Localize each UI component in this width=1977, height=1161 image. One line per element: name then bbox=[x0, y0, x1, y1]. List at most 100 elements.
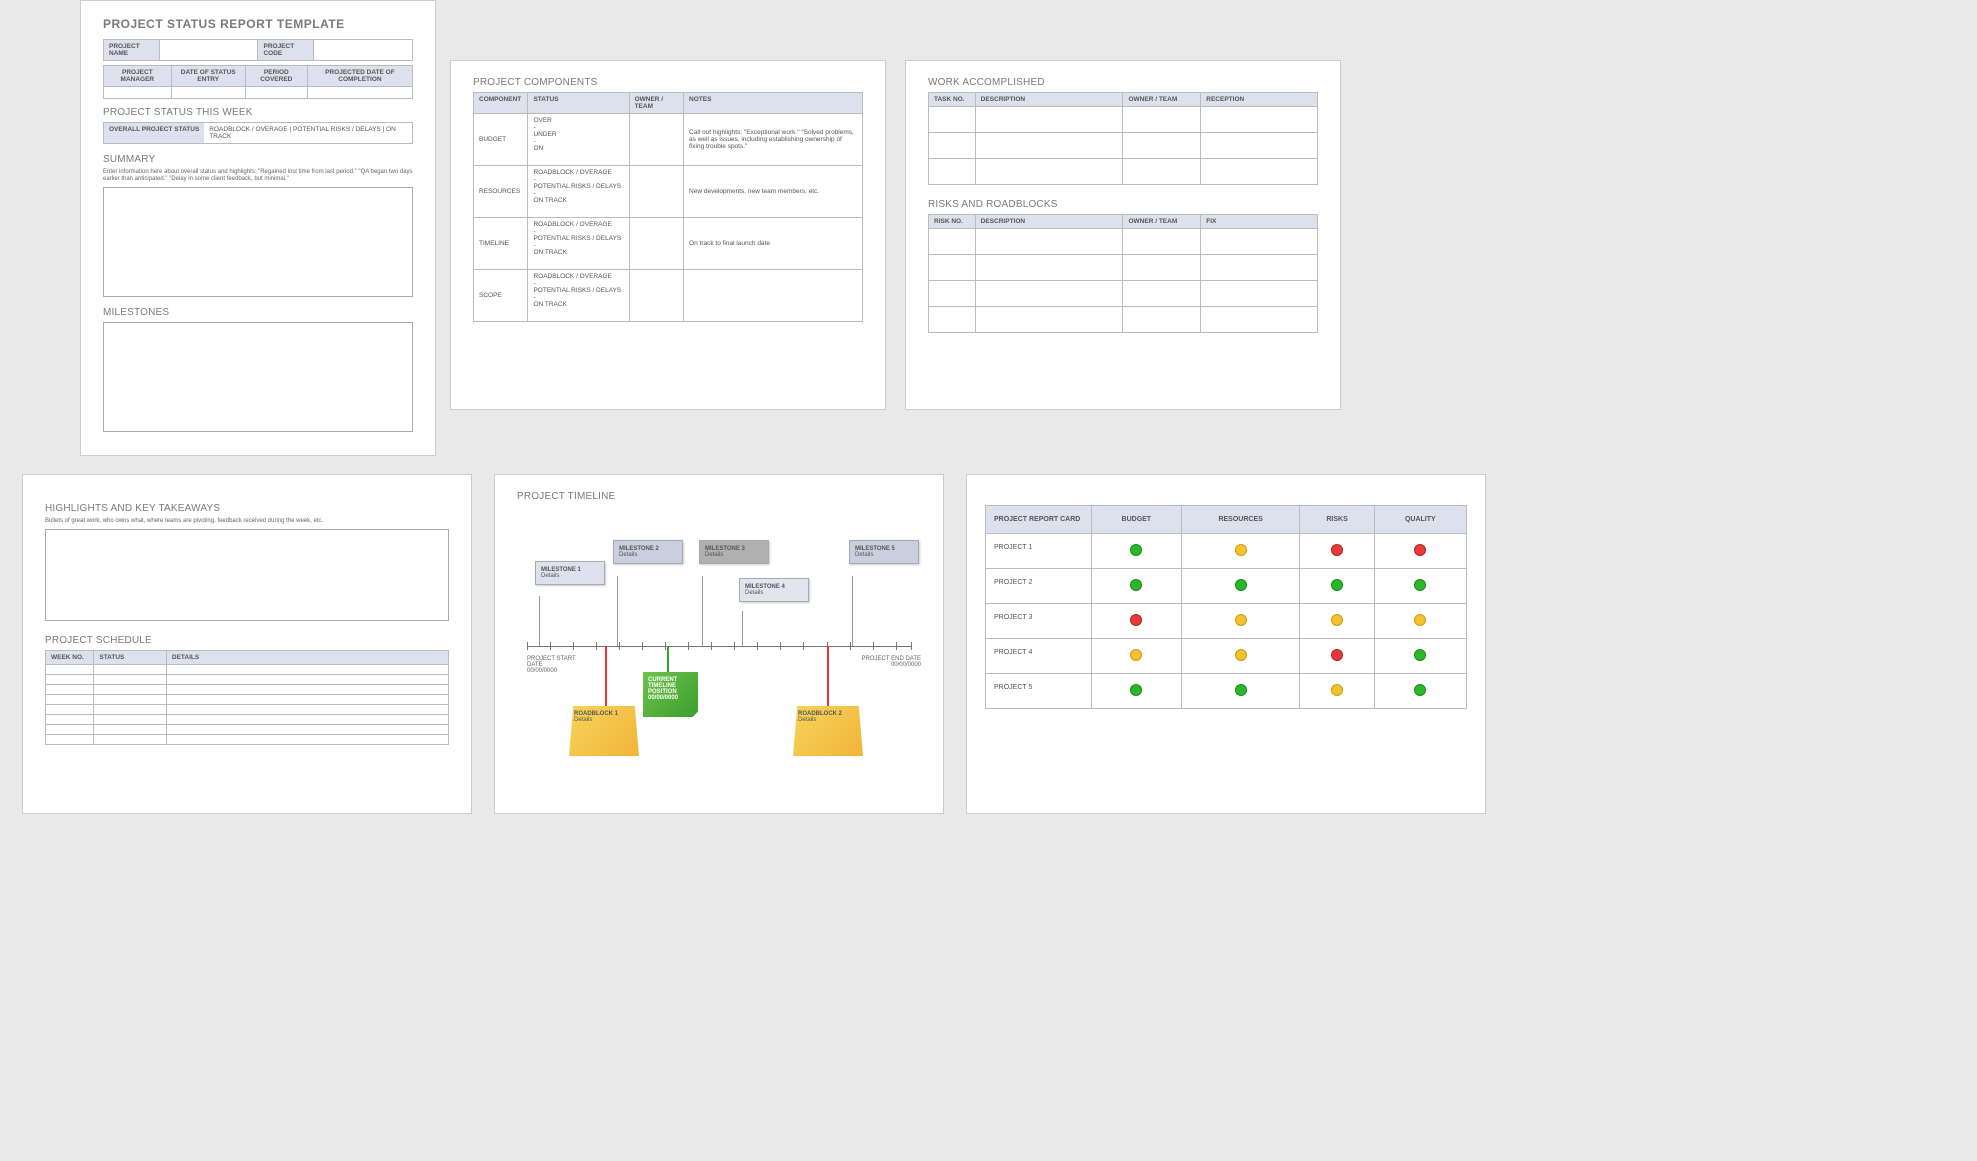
sch-r1-c0[interactable] bbox=[46, 675, 94, 685]
highlights-heading: HIGHLIGHTS AND KEY TAKEAWAYS bbox=[45, 503, 449, 514]
work-r0-c1[interactable] bbox=[975, 107, 1123, 133]
sch-r5-c1[interactable] bbox=[94, 715, 167, 725]
label-period: PERIOD COVERED bbox=[245, 66, 307, 87]
field-completion[interactable] bbox=[307, 87, 412, 99]
timeline-start-cap: PROJECT START DATE00/00/0000 bbox=[527, 656, 587, 674]
sch-r6-c2[interactable] bbox=[166, 725, 448, 735]
status-dot-r bbox=[1331, 544, 1343, 556]
milestones-textarea[interactable] bbox=[103, 322, 413, 432]
risks-r0-c0[interactable] bbox=[929, 229, 976, 255]
sch-r3-c2[interactable] bbox=[166, 695, 448, 705]
schedule-h0: WEEK NO. bbox=[46, 651, 94, 665]
summary-textarea[interactable] bbox=[103, 187, 413, 297]
work-r1-c2[interactable] bbox=[1123, 133, 1201, 159]
risks-h2: OWNER / TEAM bbox=[1123, 215, 1201, 229]
rc-row-2-c1 bbox=[1181, 604, 1300, 639]
sch-r1-c2[interactable] bbox=[166, 675, 448, 685]
comp-r3-notes bbox=[684, 270, 863, 322]
page-1: PROJECT STATUS REPORT TEMPLATE PROJECT N… bbox=[80, 0, 436, 456]
timeline-axis bbox=[527, 646, 911, 647]
sch-r4-c1[interactable] bbox=[94, 705, 167, 715]
milestone-3: MILESTONE 3Details bbox=[699, 540, 769, 564]
sch-r0-c1[interactable] bbox=[94, 665, 167, 675]
risks-r3-c2[interactable] bbox=[1123, 307, 1201, 333]
status-dot-g bbox=[1414, 579, 1426, 591]
field-period[interactable] bbox=[245, 87, 307, 99]
rc-row-0-c1 bbox=[1181, 534, 1300, 569]
work-r2-c0[interactable] bbox=[929, 159, 976, 185]
sch-r4-c2[interactable] bbox=[166, 705, 448, 715]
rc-row-4-c3 bbox=[1374, 674, 1466, 709]
risks-r0-c3[interactable] bbox=[1201, 229, 1318, 255]
risks-r2-c2[interactable] bbox=[1123, 281, 1201, 307]
comp-r1-name: RESOURCES bbox=[474, 166, 528, 218]
rc-h0: PROJECT REPORT CARD bbox=[986, 506, 1092, 534]
work-r0-c2[interactable] bbox=[1123, 107, 1201, 133]
rc-h2: RESOURCES bbox=[1181, 506, 1300, 534]
risks-r3-c0[interactable] bbox=[929, 307, 976, 333]
work-r2-c2[interactable] bbox=[1123, 159, 1201, 185]
work-r0-c0[interactable] bbox=[929, 107, 976, 133]
work-r1-c0[interactable] bbox=[929, 133, 976, 159]
rc-row-1-c3 bbox=[1374, 569, 1466, 604]
sch-r7-c0[interactable] bbox=[46, 735, 94, 745]
work-h3: RECEPTION bbox=[1201, 93, 1318, 107]
risks-r2-c3[interactable] bbox=[1201, 281, 1318, 307]
comp-r0-notes: Call out highlights: "Exceptional work."… bbox=[684, 114, 863, 166]
sch-r5-c2[interactable] bbox=[166, 715, 448, 725]
sch-r0-c0[interactable] bbox=[46, 665, 94, 675]
sch-r2-c1[interactable] bbox=[94, 685, 167, 695]
sch-r5-c0[interactable] bbox=[46, 715, 94, 725]
rc-h4: QUALITY bbox=[1374, 506, 1466, 534]
risks-r0-c2[interactable] bbox=[1123, 229, 1201, 255]
risks-r1-c0[interactable] bbox=[929, 255, 976, 281]
rc-row-3-name: PROJECT 4 bbox=[986, 639, 1092, 674]
work-r2-c1[interactable] bbox=[975, 159, 1123, 185]
work-r1-c1[interactable] bbox=[975, 133, 1123, 159]
sch-r7-c2[interactable] bbox=[166, 735, 448, 745]
status-dot-g bbox=[1235, 579, 1247, 591]
risks-r2-c0[interactable] bbox=[929, 281, 976, 307]
risks-r2-c1[interactable] bbox=[975, 281, 1123, 307]
field-date-entry[interactable] bbox=[171, 87, 245, 99]
risks-r3-c1[interactable] bbox=[975, 307, 1123, 333]
work-r2-c3[interactable] bbox=[1201, 159, 1318, 185]
sch-r0-c2[interactable] bbox=[166, 665, 448, 675]
schedule-h1: STATUS bbox=[94, 651, 167, 665]
work-r0-c3[interactable] bbox=[1201, 107, 1318, 133]
sch-r6-c0[interactable] bbox=[46, 725, 94, 735]
comp-r1-owner[interactable] bbox=[629, 166, 683, 218]
milestone-2: MILESTONE 2Details bbox=[613, 540, 683, 564]
status-dot-g bbox=[1414, 684, 1426, 696]
title: PROJECT STATUS REPORT TEMPLATE bbox=[103, 17, 413, 31]
risks-r0-c1[interactable] bbox=[975, 229, 1123, 255]
rc-row-3-c0 bbox=[1091, 639, 1181, 674]
highlights-hint: Bullets of great work, who owns what, wh… bbox=[45, 518, 449, 525]
risks-r1-c1[interactable] bbox=[975, 255, 1123, 281]
comp-r2-owner[interactable] bbox=[629, 218, 683, 270]
sch-r6-c1[interactable] bbox=[94, 725, 167, 735]
risks-r1-c2[interactable] bbox=[1123, 255, 1201, 281]
sch-r2-c0[interactable] bbox=[46, 685, 94, 695]
field-project-code[interactable] bbox=[314, 40, 413, 61]
risks-r1-c3[interactable] bbox=[1201, 255, 1318, 281]
field-project-name[interactable] bbox=[159, 40, 258, 61]
work-r1-c3[interactable] bbox=[1201, 133, 1318, 159]
sch-r4-c0[interactable] bbox=[46, 705, 94, 715]
comp-r3-owner[interactable] bbox=[629, 270, 683, 322]
sch-r7-c1[interactable] bbox=[94, 735, 167, 745]
comp-r0-owner[interactable] bbox=[629, 114, 683, 166]
sch-r1-c1[interactable] bbox=[94, 675, 167, 685]
status-week-legend: ROADBLOCK / OVERAGE | POTENTIAL RISKS / … bbox=[204, 123, 412, 143]
sch-r3-c1[interactable] bbox=[94, 695, 167, 705]
rc-row-2-name: PROJECT 3 bbox=[986, 604, 1092, 639]
field-pm[interactable] bbox=[104, 87, 172, 99]
work-table: TASK NO. DESCRIPTION OWNER / TEAM RECEPT… bbox=[928, 92, 1318, 185]
status-dot-g bbox=[1331, 579, 1343, 591]
highlights-textarea[interactable] bbox=[45, 529, 449, 621]
risks-r3-c3[interactable] bbox=[1201, 307, 1318, 333]
comp-r1-notes: New developments, new team members, etc. bbox=[684, 166, 863, 218]
rc-row-3-c1 bbox=[1181, 639, 1300, 674]
sch-r2-c2[interactable] bbox=[166, 685, 448, 695]
sch-r3-c0[interactable] bbox=[46, 695, 94, 705]
